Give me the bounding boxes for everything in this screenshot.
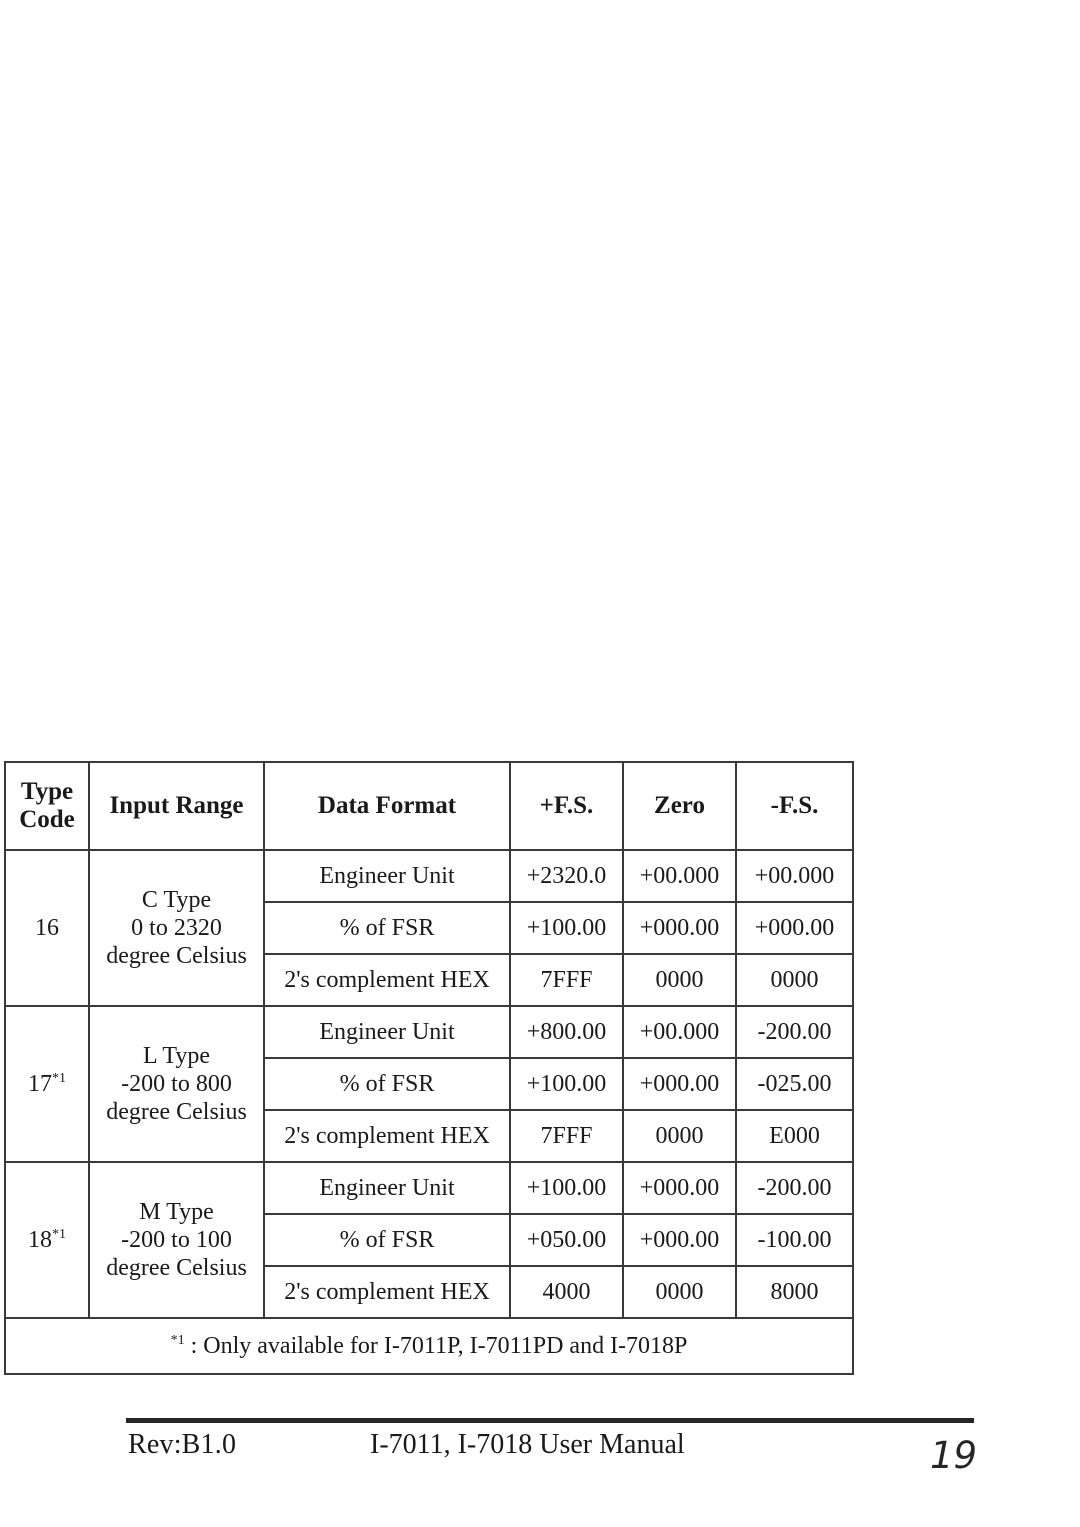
type-code-value: 16 — [35, 914, 59, 941]
plus-fs-cell: +100.00 — [509, 901, 624, 955]
range-line-3: degree Celsius — [106, 1099, 247, 1126]
plus-fs-cell: 4000 — [509, 1265, 624, 1319]
zero-cell: +00.000 — [622, 1005, 737, 1059]
minus-fs-cell: +000.00 — [735, 901, 854, 955]
zero-cell: +000.00 — [622, 1161, 737, 1215]
range-line-3: degree Celsius — [106, 943, 247, 970]
range-line-3: degree Celsius — [106, 1255, 247, 1282]
range-line-2: -200 to 100 — [121, 1226, 232, 1253]
plus-fs-cell: +2320.0 — [509, 849, 624, 903]
footer-revision: Rev:B1.0 — [128, 1429, 237, 1460]
table-row: 18*1 M Type -200 to 100 degree Celsius E… — [4, 1161, 854, 1319]
column-header-zero: Zero — [622, 761, 737, 851]
type-code-cell: 17*1 — [4, 1005, 90, 1163]
data-format-cell: Engineer Unit — [263, 1161, 511, 1215]
column-header-input-range: Input Range — [88, 761, 265, 851]
data-format-cell: % of FSR — [263, 1057, 511, 1111]
minus-fs-cell: -200.00 — [735, 1161, 854, 1215]
minus-fs-cell: -025.00 — [735, 1057, 854, 1111]
minus-fs-cell: -200.00 — [735, 1005, 854, 1059]
input-range-cell: C Type 0 to 2320 degree Celsius — [88, 849, 265, 1007]
input-range-cell: L Type -200 to 800 degree Celsius — [88, 1005, 265, 1163]
data-format-cell: % of FSR — [263, 901, 511, 955]
plus-fs-cell: +800.00 — [509, 1005, 624, 1059]
minus-fs-cell: +00.000 — [735, 849, 854, 903]
table-footnote-row: *1 : Only available for I-7011P, I-7011P… — [4, 1317, 854, 1375]
data-format-cell: 2's complement HEX — [263, 953, 511, 1007]
footer-document-title: I-7011, I-7018 User Manual — [370, 1429, 685, 1460]
type-code-cell: 16 — [4, 849, 90, 1007]
plus-fs-cell: 7FFF — [509, 1109, 624, 1163]
type-code-value: 18 — [28, 1226, 52, 1253]
type-code-note: *1 — [52, 1070, 66, 1086]
column-header-plus-fs: +F.S. — [509, 761, 624, 851]
data-format-cell: 2's complement HEX — [263, 1109, 511, 1163]
column-header-minus-fs: -F.S. — [735, 761, 854, 851]
minus-fs-cell: 0000 — [735, 953, 854, 1007]
table-body: 16 C Type 0 to 2320 degree Celsius Engin… — [4, 849, 854, 1375]
plus-fs-cell: +050.00 — [509, 1213, 624, 1267]
type-code-label-line2: Code — [19, 806, 75, 833]
footnote-cell: *1 : Only available for I-7011P, I-7011P… — [4, 1317, 854, 1375]
footer-divider — [126, 1418, 974, 1423]
data-format-cell: Engineer Unit — [263, 849, 511, 903]
range-line-2: 0 to 2320 — [131, 914, 222, 941]
column-header-type-code: Type Code — [4, 761, 90, 851]
input-range-cell: M Type -200 to 100 degree Celsius — [88, 1161, 265, 1319]
footnote-marker: *1 — [170, 1332, 185, 1348]
plus-fs-cell: +100.00 — [509, 1057, 624, 1111]
manual-page: { "table": { "columns": ["Type\nCode", "… — [0, 0, 1080, 1527]
type-code-value: 17 — [28, 1070, 52, 1097]
zero-cell: 0000 — [622, 1265, 737, 1319]
range-line-1: C Type — [141, 886, 212, 913]
minus-fs-cell: -100.00 — [735, 1213, 854, 1267]
zero-cell: +000.00 — [622, 1057, 737, 1111]
table-row: 17*1 L Type -200 to 800 degree Celsius E… — [4, 1005, 854, 1163]
range-line-1: M Type — [139, 1198, 214, 1225]
spec-table: Type Code Input Range Data Format +F.S. … — [4, 761, 854, 1375]
type-code-label-line1: Type — [20, 778, 74, 805]
data-format-cell: 2's complement HEX — [263, 1265, 511, 1319]
column-header-data-format: Data Format — [263, 761, 511, 851]
zero-cell: +000.00 — [622, 1213, 737, 1267]
type-code-cell: 18*1 — [4, 1161, 90, 1319]
plus-fs-cell: +100.00 — [509, 1161, 624, 1215]
data-format-cell: % of FSR — [263, 1213, 511, 1267]
range-line-1: L Type — [143, 1042, 210, 1069]
minus-fs-cell: 8000 — [735, 1265, 854, 1319]
data-format-cell: Engineer Unit — [263, 1005, 511, 1059]
footnote-text: : Only available for I-7011P, I-7011PD a… — [184, 1332, 688, 1359]
minus-fs-cell: E000 — [735, 1109, 854, 1163]
zero-cell: 0000 — [622, 1109, 737, 1163]
input-range-spec-table: Type Code Input Range Data Format +F.S. … — [4, 761, 854, 1375]
zero-cell: +000.00 — [622, 901, 737, 955]
table-header-row: Type Code Input Range Data Format +F.S. … — [4, 761, 854, 851]
zero-cell: +00.000 — [622, 849, 737, 903]
zero-cell: 0000 — [622, 953, 737, 1007]
table-row: 16 C Type 0 to 2320 degree Celsius Engin… — [4, 849, 854, 1007]
range-line-2: -200 to 800 — [121, 1070, 232, 1097]
type-code-note: *1 — [52, 1226, 66, 1242]
plus-fs-cell: 7FFF — [509, 953, 624, 1007]
page-number: 19 — [930, 1434, 978, 1477]
